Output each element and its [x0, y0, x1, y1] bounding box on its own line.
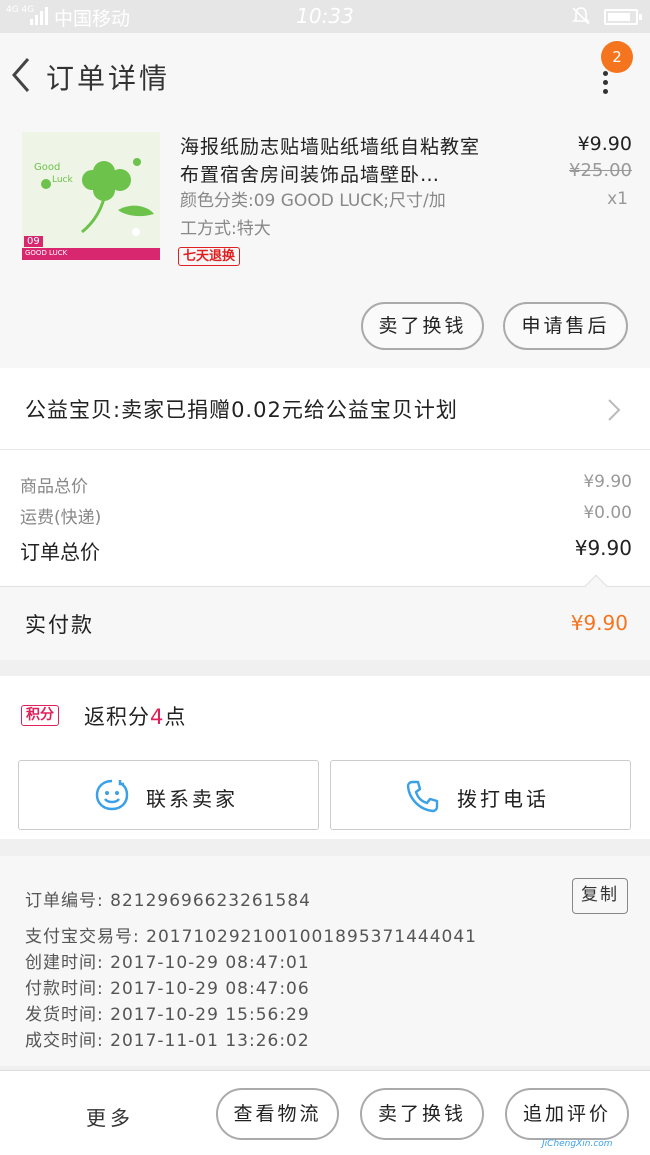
- chat-bubble-icon: [95, 779, 129, 811]
- original-price: ¥25.00: [569, 160, 632, 181]
- created-time: 创建时间: 2017-10-29 08:47:01: [25, 953, 310, 973]
- back-arrow-icon[interactable]: [8, 55, 36, 95]
- call-phone-label: 拨打电话: [457, 787, 549, 811]
- svg-text:Good: Good: [34, 162, 60, 173]
- actions-section: 积分 返积分4点 联系卖家 拨打电话: [0, 676, 650, 839]
- amount-paid-label: 实付款: [25, 613, 94, 637]
- thumb-number: 09: [24, 236, 43, 247]
- product-thumbnail[interactable]: Good Luck 09 GOOD LUCK: [22, 132, 160, 260]
- amount-paid-value: ¥9.90: [570, 611, 628, 635]
- add-review-button[interactable]: 追加评价: [505, 1088, 629, 1140]
- watermark: JiChengXin.com: [542, 1139, 613, 1149]
- notification-badge: 2: [601, 41, 633, 73]
- product-sku: 颜色分类:09 GOOD LUCK;尺寸/加: [180, 191, 446, 211]
- product-price: ¥9.90: [577, 133, 632, 155]
- nav-bar: 订单详情 2: [0, 33, 650, 120]
- fee-summary: 商品总价 ¥9.90 运费(快递) ¥0.00 订单总价 ¥9.90: [0, 450, 650, 586]
- status-time: 10:33: [296, 4, 354, 28]
- order-number: 订单编号: 82129696623261584: [25, 891, 312, 911]
- seven-day-return-tag: 七天退换: [178, 247, 241, 266]
- bottom-action-bar: 更多 查看物流 卖了换钱 追加评价 JiChengXin.com: [0, 1070, 650, 1155]
- product-quantity: x1: [607, 189, 628, 209]
- page-title: 订单详情: [46, 62, 171, 95]
- points-tag: 积分: [21, 705, 59, 726]
- completed-time: 成交时间: 2017-11-01 13:26:02: [25, 1031, 310, 1051]
- sell-for-cash-button[interactable]: 卖了换钱: [361, 302, 484, 350]
- order-item[interactable]: Good Luck 09 GOOD LUCK 海报纸励志贴墙贴纸墙纸自粘教室布置…: [0, 120, 650, 368]
- amount-paid-row: 实付款 ¥9.90: [0, 574, 650, 660]
- apply-after-sale-button[interactable]: 申请售后: [503, 302, 628, 350]
- paid-time: 付款时间: 2017-10-29 08:47:06: [25, 979, 310, 999]
- charity-text: 公益宝贝:卖家已捐赠0.02元给公益宝贝计划: [25, 398, 458, 422]
- contact-seller-label: 联系卖家: [146, 787, 238, 811]
- alipay-trade-number: 支付宝交易号: 2017102921001001895371444041: [25, 927, 477, 947]
- fee-value: ¥9.90: [583, 472, 632, 492]
- bell-muted-icon: [572, 7, 590, 25]
- fee-value: ¥9.90: [574, 536, 632, 560]
- product-title[interactable]: 海报纸励志贴墙贴纸墙纸自粘教室布置宿舍房间装饰品墙壁卧…: [180, 133, 498, 189]
- points-number: 4: [150, 705, 165, 729]
- copy-button[interactable]: 复制: [572, 878, 628, 914]
- points-prefix: 返积分: [84, 705, 150, 729]
- order-info: 订单编号: 82129696623261584 支付宝交易号: 20171029…: [0, 856, 650, 1066]
- chevron-right-icon: [608, 399, 621, 421]
- contact-seller-button[interactable]: 联系卖家: [18, 760, 319, 830]
- fee-label: 商品总价: [20, 477, 88, 497]
- product-sku-2: 工方式:特大: [180, 219, 271, 239]
- points-text: 返积分4点: [84, 701, 186, 731]
- fee-label: 运费(快递): [20, 508, 102, 528]
- view-logistics-button[interactable]: 查看物流: [216, 1088, 339, 1140]
- status-bar: 4G 4G 中国移动 10:33: [0, 0, 650, 33]
- points-suffix: 点: [164, 705, 187, 729]
- sell-for-cash-bottom-button[interactable]: 卖了换钱: [360, 1088, 484, 1140]
- phone-icon: [406, 780, 439, 813]
- thumb-caption-bar: GOOD LUCK: [22, 248, 160, 260]
- thumb-caption: GOOD LUCK: [25, 249, 68, 257]
- battery-icon: [604, 9, 642, 25]
- more-button[interactable]: 更多: [86, 1102, 134, 1131]
- charity-row[interactable]: 公益宝贝:卖家已捐赠0.02元给公益宝贝计划: [0, 368, 650, 450]
- clover-image: Good Luck: [34, 158, 154, 236]
- shipped-time: 发货时间: 2017-10-29 15:56:29: [25, 1005, 310, 1025]
- fee-value: ¥0.00: [583, 503, 632, 523]
- more-dots-icon[interactable]: [598, 71, 612, 95]
- fee-label: 订单总价: [20, 540, 100, 564]
- call-phone-button[interactable]: 拨打电话: [330, 760, 631, 830]
- svg-text:Luck: Luck: [52, 175, 74, 185]
